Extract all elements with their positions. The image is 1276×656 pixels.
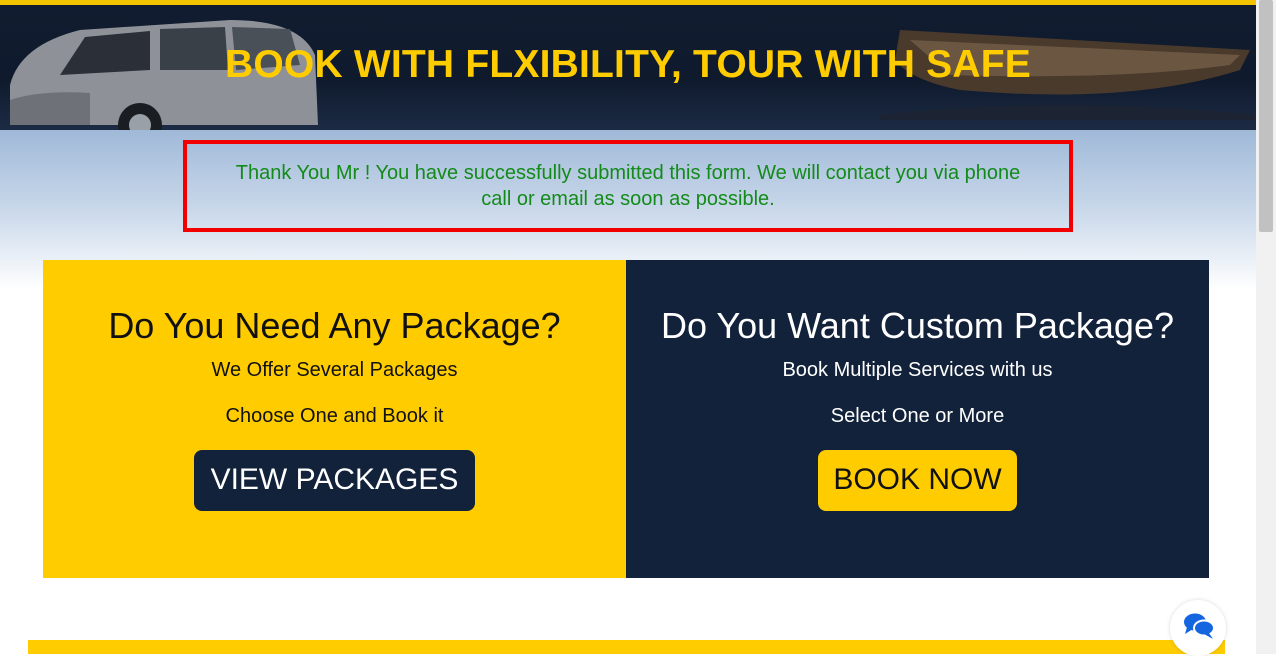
custom-package-panel: Do You Want Custom Package? Book Multipl… [626, 260, 1209, 578]
packages-subtitle: We Offer Several Packages [211, 359, 458, 381]
chat-bubbles-icon [1184, 613, 1215, 639]
next-section-bar [28, 640, 1225, 654]
book-now-button[interactable]: BOOK NOW [818, 450, 1017, 511]
custom-instruction: Select One or More [830, 405, 1005, 427]
success-notice: Thank You Mr ! You have successfully sub… [183, 140, 1073, 232]
packages-heading: Do You Need Any Package? [108, 305, 561, 346]
packages-instruction: Choose One and Book it [225, 405, 444, 427]
custom-subtitle: Book Multiple Services with us [782, 359, 1053, 381]
chat-widget-button[interactable] [1170, 600, 1226, 656]
scrollbar-thumb[interactable] [1259, 0, 1273, 232]
packages-panel: Do You Need Any Package? We Offer Severa… [43, 260, 626, 578]
hero-banner: BOOK WITH FLXIBILITY, TOUR WITH SAFE [0, 5, 1256, 130]
success-message: Thank You Mr ! You have successfully sub… [235, 162, 1021, 210]
custom-heading: Do You Want Custom Package? [661, 305, 1174, 346]
view-packages-button[interactable]: VIEW PACKAGES [194, 450, 475, 511]
hero-title: BOOK WITH FLXIBILITY, TOUR WITH SAFE [225, 43, 1031, 86]
